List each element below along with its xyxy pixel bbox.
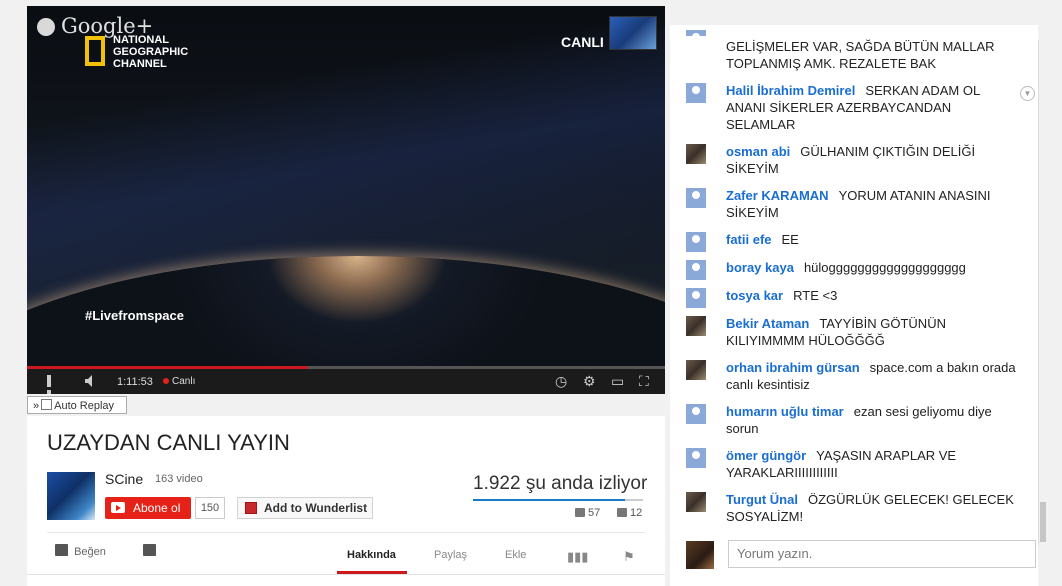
stats-icon[interactable]: ▮▮▮: [567, 549, 588, 565]
message-author[interactable]: Halil İbrahim Demirel: [726, 83, 855, 98]
user-avatar[interactable]: [686, 30, 706, 41]
like-count: 57: [575, 507, 600, 519]
live-viewer-count: 1.922 şu anda izliyor: [473, 473, 648, 494]
subscribe-label: Abone ol: [133, 501, 181, 515]
user-avatar[interactable]: [686, 232, 706, 252]
thumbs-up-icon: [575, 508, 585, 517]
auto-replay-checkbox[interactable]: [41, 399, 53, 410]
hangout-icon: [37, 18, 55, 36]
subscribe-button[interactable]: Abone ol: [105, 497, 191, 519]
natgeo-logo-text: NATIONAL GEOGRAPHIC CHANNEL: [113, 34, 189, 70]
message-author[interactable]: Turgut Ünal: [726, 492, 798, 507]
expand-chevron-icon: »: [33, 400, 40, 412]
video-info-card: UZAYDAN CANLI YAYIN SCine 163 video Abon…: [27, 416, 665, 586]
user-avatar[interactable]: [686, 448, 706, 468]
message-text: GELİŞMELER VAR, SAĞDA BÜTÜN MALLAR TOPLA…: [726, 39, 995, 71]
watch-later-icon[interactable]: ◷: [555, 374, 567, 388]
user-avatar[interactable]: [686, 188, 706, 208]
natgeo-logo-icon: [85, 36, 105, 66]
video-player[interactable]: Google+ NATIONAL GEOGRAPHIC CHANNEL CANL…: [27, 6, 665, 394]
message-text: RTE <3: [793, 288, 838, 303]
message-text: hüloggggggggggggggggggg: [803, 260, 966, 275]
message-author[interactable]: Zafer KARAMAN: [726, 188, 829, 203]
message-author[interactable]: humarın uğlu timar: [726, 404, 844, 419]
dislike-count-value: 12: [630, 507, 643, 519]
time-display: 1:11:53: [117, 376, 153, 388]
message-author[interactable]: orhan ibrahim gürsan: [726, 360, 860, 375]
like-button-label: Beğen: [74, 546, 106, 558]
pause-icon[interactable]: [47, 375, 59, 394]
user-avatar[interactable]: [686, 83, 706, 103]
divider: [47, 532, 645, 533]
dislike-count: 12: [617, 507, 642, 519]
video-title: UZAYDAN CANLI YAYIN: [47, 430, 290, 455]
live-badge: CANLI: [561, 34, 604, 50]
like-button[interactable]: Beğen: [55, 544, 106, 558]
chevron-down-icon[interactable]: ▼: [1020, 86, 1035, 101]
youtube-icon: [111, 502, 125, 513]
wunderlist-icon: [245, 502, 257, 514]
video-frame[interactable]: Google+ NATIONAL GEOGRAPHIC CHANNEL CANL…: [27, 6, 665, 366]
message-author[interactable]: ömer güngör: [726, 448, 806, 463]
chat-scrollbar-thumb[interactable]: [1040, 502, 1046, 542]
thumbs-up-icon: [55, 544, 68, 556]
thumbs-down-icon: [617, 508, 627, 517]
tab-add[interactable]: Ekle: [505, 549, 526, 561]
wunderlist-label: Add to Wunderlist: [264, 501, 368, 515]
live-indicator: Canlı: [163, 376, 195, 387]
volume-icon[interactable]: [85, 375, 99, 387]
subscriber-count: 150: [195, 497, 225, 519]
user-avatar[interactable]: [686, 144, 706, 164]
user-avatar[interactable]: [686, 492, 706, 512]
hashtag-overlay: #Livefromspace: [85, 308, 184, 323]
channel-avatar[interactable]: [47, 472, 95, 520]
chat-input[interactable]: Yorum yazın.: [728, 540, 1036, 568]
message-author[interactable]: fatii efe: [726, 232, 772, 247]
my-avatar: [686, 541, 714, 569]
message-author[interactable]: tosya kar: [726, 288, 783, 303]
channel-name[interactable]: SCine: [105, 471, 143, 487]
thumbs-down-icon: [143, 544, 156, 556]
dislike-button[interactable]: [143, 544, 159, 558]
page-gutter: [1048, 24, 1062, 586]
live-label: Canlı: [172, 376, 196, 387]
tab-about[interactable]: Hakkında: [347, 549, 396, 561]
gear-icon[interactable]: ⚙: [583, 374, 596, 388]
chat-top-strip: [670, 0, 1062, 24]
user-avatar[interactable]: [686, 260, 706, 280]
user-avatar[interactable]: [686, 316, 706, 336]
divider: [27, 574, 665, 575]
user-avatar[interactable]: [686, 288, 706, 308]
player-controls: 1:11:53 Canlı ◷ ⚙ ▭ ⛶: [27, 369, 665, 394]
add-to-wunderlist-button[interactable]: Add to Wunderlist: [237, 497, 373, 519]
theater-mode-icon[interactable]: ▭: [611, 374, 624, 388]
fullscreen-icon[interactable]: ⛶: [639, 374, 649, 388]
message-text: EE: [781, 232, 799, 247]
auto-replay-label: Auto Replay: [54, 400, 115, 412]
flag-icon[interactable]: ⚑: [623, 549, 635, 565]
auto-replay-toggle[interactable]: » Auto Replay: [27, 396, 127, 414]
message-author[interactable]: osman abi: [726, 144, 790, 159]
channel-video-count[interactable]: 163 video: [155, 473, 203, 485]
message-author[interactable]: boray kaya: [726, 260, 794, 275]
sentiment-bar: [473, 499, 643, 501]
tab-share[interactable]: Paylaş: [434, 549, 467, 561]
like-count-value: 57: [588, 507, 601, 519]
user-avatar[interactable]: [686, 360, 706, 380]
message-author[interactable]: Bekir Ataman: [726, 316, 809, 331]
user-avatar[interactable]: [686, 404, 706, 424]
live-chat-panel: GELİŞMELER VAR, SAĞDA BÜTÜN MALLAR TOPLA…: [670, 25, 1038, 586]
channel-watermark: [609, 16, 657, 50]
